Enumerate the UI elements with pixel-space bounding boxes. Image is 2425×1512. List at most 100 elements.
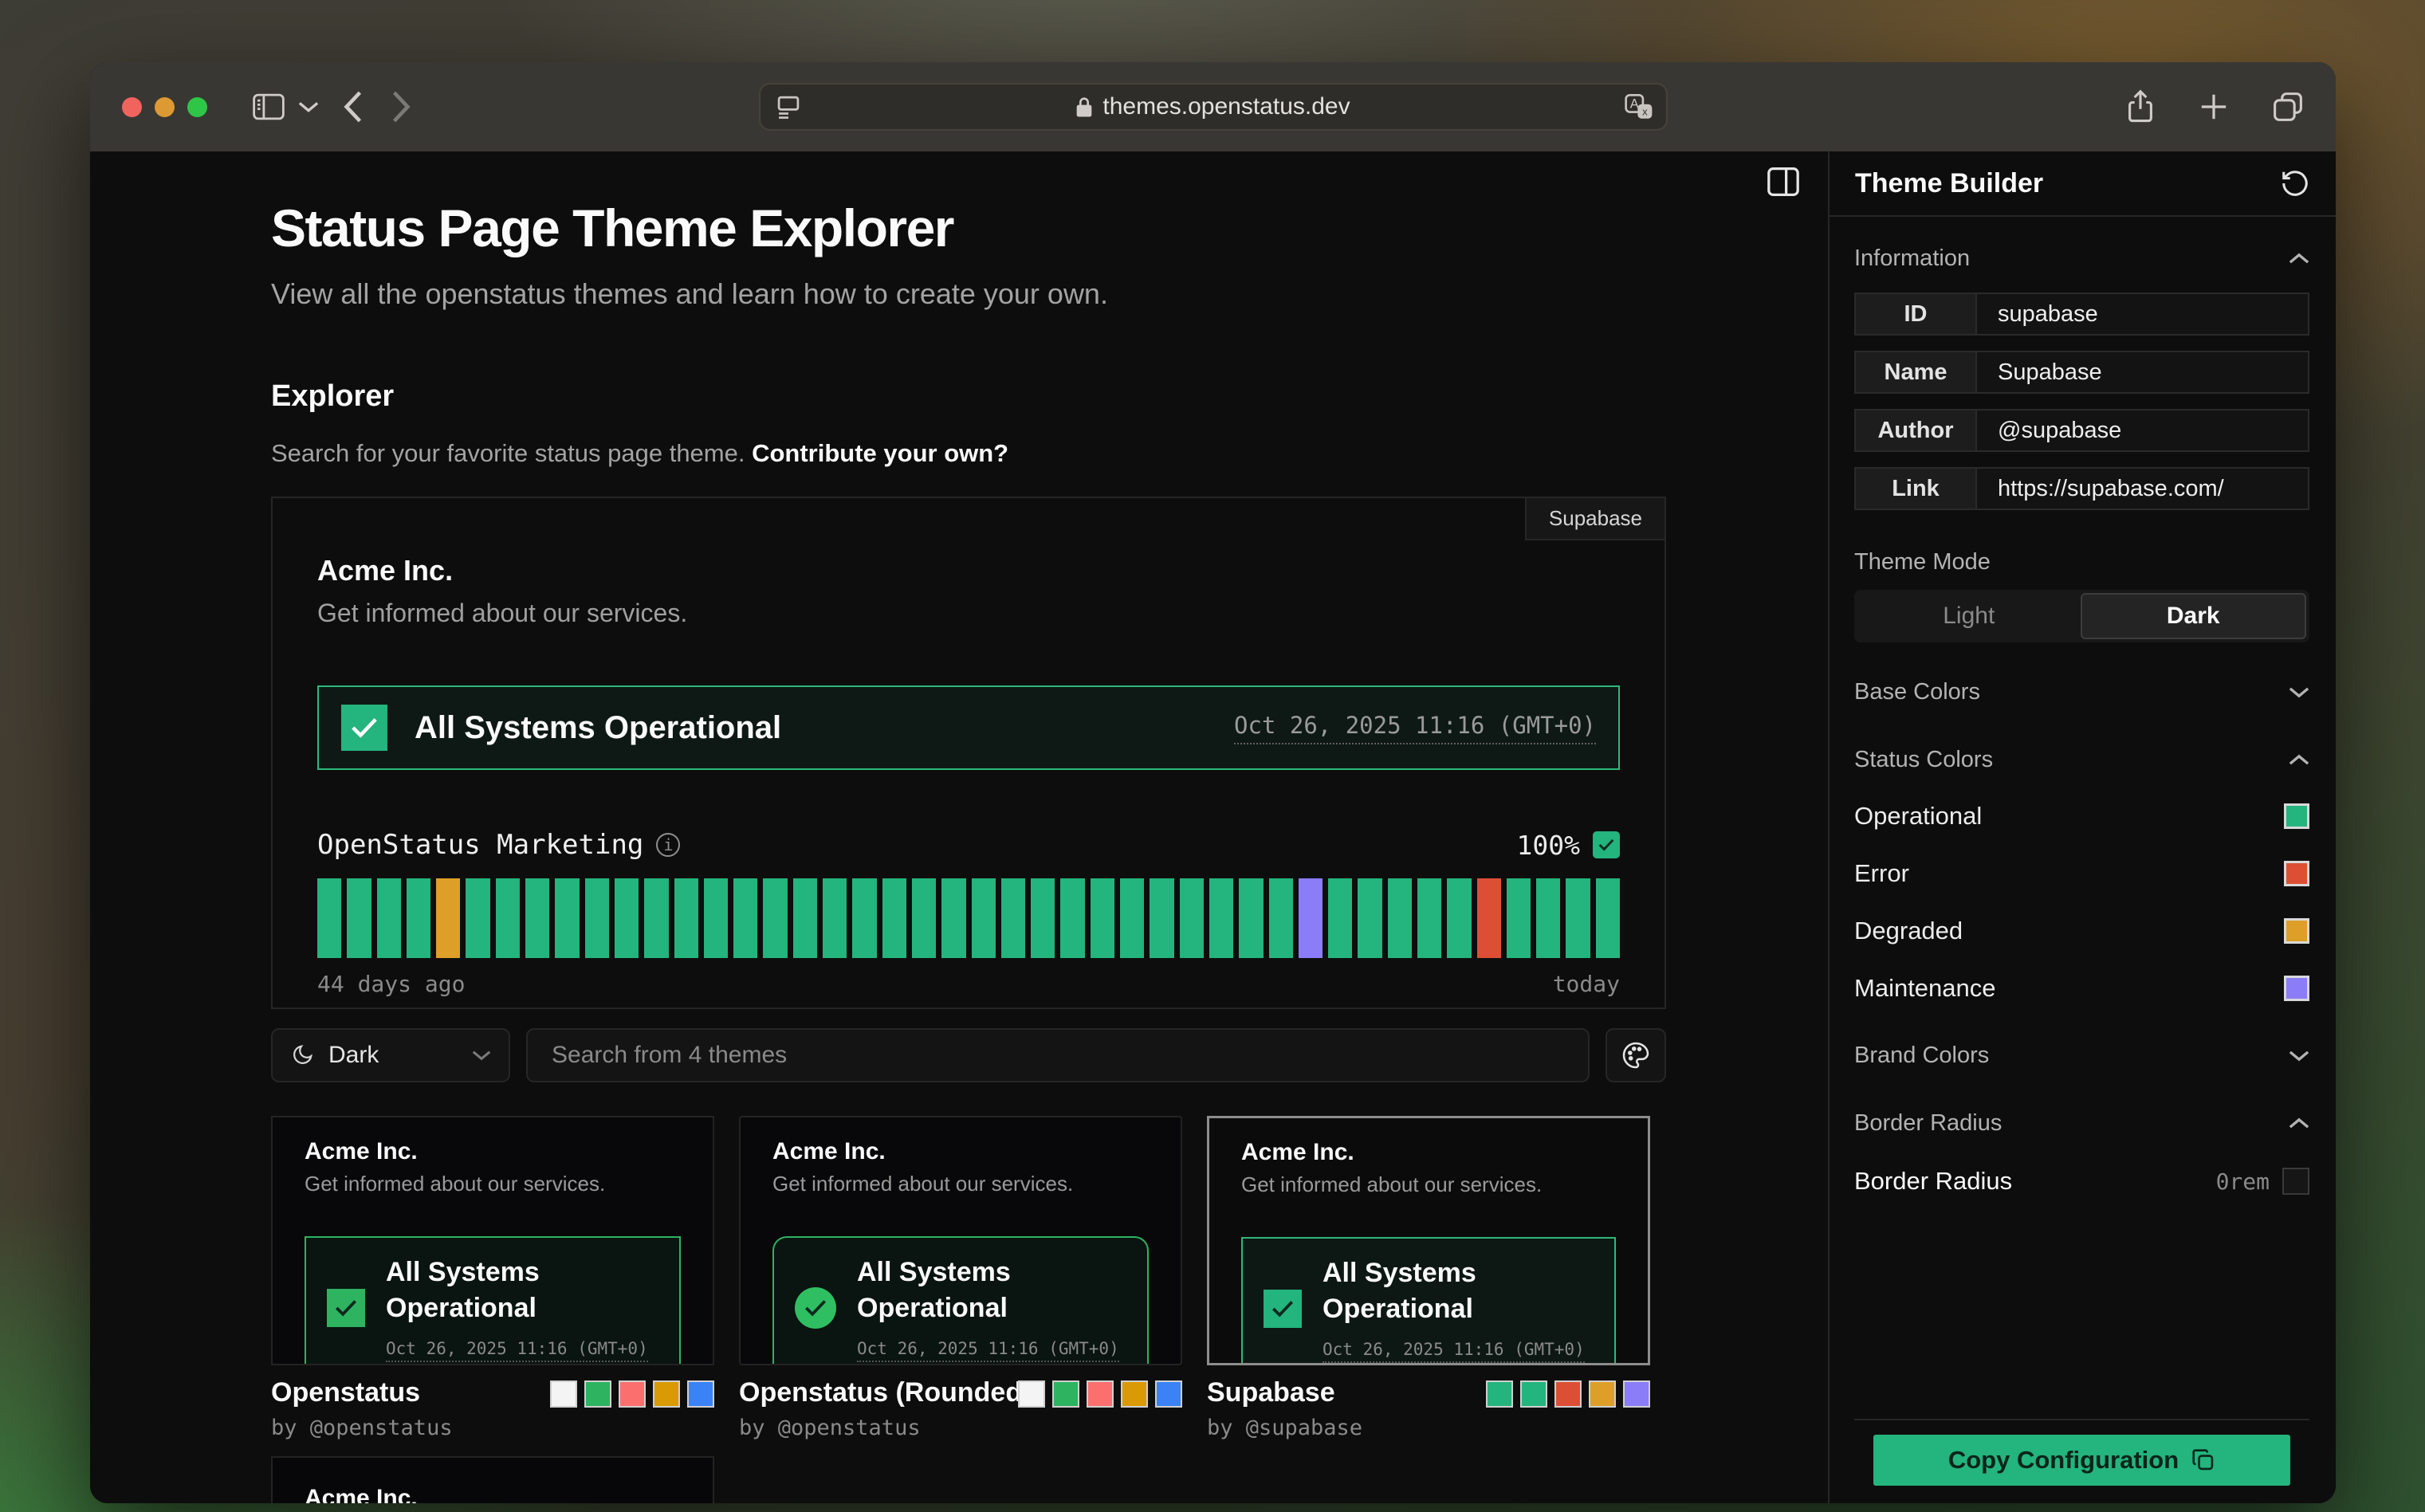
color-row-operational: Operational [1854, 802, 2309, 831]
tracker-bar-operational [644, 878, 668, 958]
explorer-description: Search for your favorite status page the… [271, 439, 1666, 468]
status-banner-timestamp[interactable]: Oct 26, 2025 11:16 (GMT+0) [1234, 712, 1596, 744]
mini-check-icon [327, 1289, 365, 1327]
color-swatch [550, 1380, 577, 1408]
theme-card-openstatus-rounded: Acme Inc. Get informed about our service… [739, 1116, 1182, 1440]
tracker-bar-operational [941, 878, 965, 958]
id-field[interactable]: supabase [1977, 294, 2308, 334]
page-title: Status Page Theme Explorer [271, 198, 1666, 258]
tracker-bar-operational [1358, 878, 1382, 958]
palette-icon [1621, 1041, 1650, 1070]
contribute-link[interactable]: Contribute your own? [752, 439, 1008, 467]
author-field[interactable]: @supabase [1977, 410, 2308, 450]
page-settings-icon[interactable] [775, 93, 802, 120]
tracker-bar-operational [852, 878, 876, 958]
color-swatch [584, 1380, 611, 1408]
border-radius-input[interactable] [2282, 1168, 2309, 1195]
theme-mode-select[interactable]: Dark [271, 1028, 510, 1082]
page-subtitle: View all the openstatus themes and learn… [271, 277, 1666, 311]
tracker-bar-operational [407, 878, 430, 958]
tracker-bar-operational [555, 878, 579, 958]
color-swatch [1087, 1380, 1114, 1408]
theme-card-preview[interactable]: Acme Inc. Get informed about our service… [271, 1116, 714, 1365]
copy-icon [2191, 1448, 2215, 1472]
tracker-bar-operational [496, 878, 520, 958]
link-field[interactable]: https://supabase.com/ [1977, 469, 2308, 509]
operational-color-swatch[interactable] [2284, 803, 2309, 829]
theme-mode-label: Theme Mode [1854, 549, 2309, 575]
info-row-author: Author @supabase [1854, 409, 2309, 452]
preview-theme-badge: Supabase [1525, 497, 1666, 540]
tracker-bar-operational [377, 878, 401, 958]
tracker-bar-operational [1120, 878, 1144, 958]
svg-text:A: A [1629, 97, 1638, 112]
tracker-bar-degraded [436, 878, 460, 958]
theme-card-preview[interactable]: Acme Inc. Get informed about our service… [739, 1116, 1182, 1365]
info-icon[interactable]: i [656, 833, 680, 857]
color-swatch [687, 1380, 714, 1408]
section-status-colors[interactable]: Status Colors [1854, 747, 2309, 773]
tracker-bar-operational [466, 878, 489, 958]
uptime-tracker: OpenStatus Marketing i 100% 44 day [317, 829, 1620, 997]
tracker-bar-operational [823, 878, 847, 958]
share-icon[interactable] [2125, 89, 2156, 124]
collapse-panel-icon[interactable] [1766, 166, 1801, 198]
error-color-swatch[interactable] [2284, 861, 2309, 886]
color-swatch [1155, 1380, 1182, 1408]
dark-mode-option[interactable]: Dark [2081, 593, 2307, 639]
theme-author: by @openstatus [739, 1416, 1182, 1440]
theme-card-preview[interactable]: Acme Inc. Get informed about our service… [1207, 1116, 1650, 1365]
palette-button[interactable] [1606, 1028, 1666, 1082]
color-swatch [1121, 1380, 1148, 1408]
back-button[interactable] [343, 90, 364, 124]
tracker-bar-operational [317, 878, 341, 958]
tracker-bar-operational [912, 878, 936, 958]
status-check-icon [341, 705, 387, 751]
mini-check-icon [795, 1287, 836, 1329]
theme-card-supabase-selected: Acme Inc. Get informed about our service… [1207, 1116, 1650, 1440]
tracker-bar-operational [1507, 878, 1531, 958]
reset-icon[interactable] [2280, 168, 2310, 198]
border-radius-row: Border Radius 0rem [1854, 1167, 2309, 1196]
tracker-bar-operational [1596, 878, 1620, 958]
zoom-window-button[interactable] [187, 97, 207, 117]
tracker-bar-operational [1001, 878, 1025, 958]
new-tab-icon[interactable] [2199, 92, 2229, 122]
tab-group-chevron-icon[interactable] [298, 100, 319, 113]
border-radius-value: 0rem [2216, 1168, 2270, 1195]
name-field[interactable]: Supabase [1977, 352, 2308, 392]
chevron-up-icon [2289, 253, 2309, 265]
copy-configuration-button[interactable]: Copy Configuration [1873, 1435, 2290, 1486]
tab-overview-icon[interactable] [2272, 91, 2304, 123]
theme-swatches [1018, 1380, 1182, 1408]
light-mode-option[interactable]: Light [1857, 593, 2081, 639]
degraded-color-swatch[interactable] [2284, 918, 2309, 944]
color-swatch [1623, 1380, 1650, 1408]
section-base-colors[interactable]: Base Colors [1854, 679, 2309, 705]
browser-window: themes.openstatus.dev A x [90, 62, 2336, 1503]
tracker-bar-maintenance [1299, 878, 1323, 958]
section-information[interactable]: Information [1854, 245, 2309, 272]
tracker-uptime: 100% [1517, 830, 1580, 861]
tracker-bar-operational [1209, 878, 1233, 958]
tracker-bar-operational [972, 878, 996, 958]
section-brand-colors[interactable]: Brand Colors [1854, 1043, 2309, 1069]
theme-card-partial[interactable]: Acme Inc. Get informed about our service… [271, 1456, 714, 1503]
address-bar[interactable]: themes.openstatus.dev A x [759, 83, 1668, 131]
translate-icon[interactable]: A x [1623, 92, 1655, 121]
theme-search-input[interactable] [526, 1028, 1590, 1082]
forward-button[interactable] [391, 90, 411, 124]
maintenance-color-swatch[interactable] [2284, 976, 2309, 1001]
uptime-check-icon [1593, 831, 1620, 858]
tracker-bars [317, 878, 1620, 958]
minimize-window-button[interactable] [155, 97, 175, 117]
tracker-bar-operational [1447, 878, 1471, 958]
tracker-bar-operational [704, 878, 728, 958]
section-border-radius[interactable]: Border Radius [1854, 1110, 2309, 1137]
sidebar-toggle-icon[interactable] [252, 92, 285, 121]
theme-preview-card: Supabase Acme Inc. Get informed about ou… [271, 497, 1666, 1009]
tracker-bar-operational [1180, 878, 1204, 958]
close-window-button[interactable] [122, 97, 142, 117]
svg-text:x: x [1642, 106, 1648, 118]
preview-company-name: Acme Inc. [317, 554, 1620, 587]
